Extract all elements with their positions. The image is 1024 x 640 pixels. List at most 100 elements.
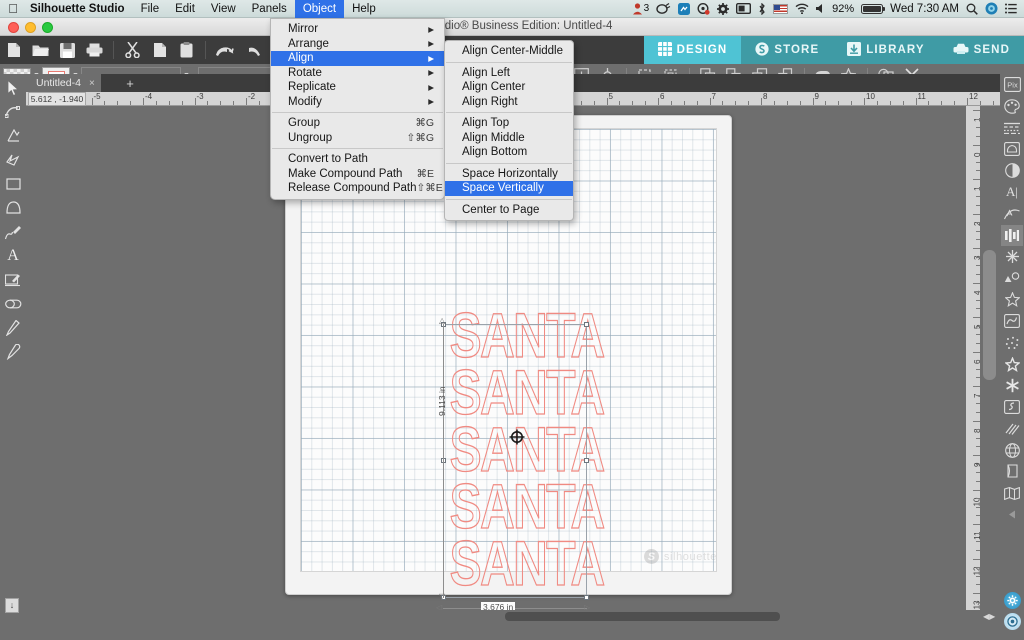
menu-item-align-bottom[interactable]: Align Bottom	[445, 145, 573, 160]
panel-sketch-icon[interactable]	[1001, 311, 1023, 333]
panel-trace-icon[interactable]	[1001, 268, 1023, 290]
menu-file[interactable]: File	[133, 0, 168, 18]
tab-design[interactable]: DESIGN	[643, 36, 742, 64]
menu-help[interactable]: Help	[344, 0, 384, 18]
menu-item-ungroup[interactable]: Ungroup ⇧⌘G	[271, 131, 444, 146]
apple-menu-icon[interactable]: 	[0, 1, 26, 16]
panel-stipple-icon[interactable]	[1001, 332, 1023, 354]
panel-star-icon[interactable]	[1001, 354, 1023, 376]
panel-collapse-icon[interactable]	[1001, 504, 1023, 526]
us-flag-icon[interactable]	[773, 3, 789, 14]
menu-item-replicate[interactable]: Replicate ▶	[271, 80, 444, 95]
panel-color-palette-icon[interactable]	[1001, 96, 1023, 118]
panel-align-icon[interactable]	[1001, 224, 1023, 246]
panel-text-style-icon[interactable]: A|	[1001, 182, 1023, 204]
menu-item-align-top[interactable]: Align Top	[445, 116, 573, 131]
volume-icon[interactable]	[816, 3, 825, 14]
menu-item-mirror[interactable]: Mirror ▶	[271, 22, 444, 37]
menu-item-center-to-page[interactable]: Center to Page	[445, 203, 573, 218]
resize-handle-tr[interactable]	[584, 322, 589, 327]
settings-gear-icon[interactable]	[717, 2, 730, 15]
menu-item-convert-to-path[interactable]: Convert to Path	[271, 152, 444, 167]
download-icon[interactable]: ↓	[5, 597, 19, 613]
cut-button[interactable]	[119, 37, 146, 63]
print-button[interactable]	[81, 37, 108, 63]
tab-send[interactable]: SEND	[938, 36, 1024, 64]
menu-item-arrange[interactable]: Arrange ▶	[271, 37, 444, 52]
tool-draw-freehand[interactable]	[1, 220, 25, 244]
panel-snowflake-icon[interactable]	[1001, 375, 1023, 397]
menu-item-group[interactable]: Group ⌘G	[271, 116, 444, 131]
panel-rhinestone-icon[interactable]	[1001, 289, 1023, 311]
menu-object[interactable]: Object	[294, 0, 345, 18]
vertical-ruler[interactable]: 101234567891011121314	[966, 106, 980, 610]
panel-line-style-icon[interactable]	[1001, 117, 1023, 139]
new-document-button[interactable]	[0, 37, 27, 63]
search-icon[interactable]	[966, 3, 978, 15]
display-icon[interactable]	[736, 3, 752, 14]
tool-edit-points[interactable]	[1, 100, 25, 124]
vertical-scrollbar-thumb[interactable]	[983, 250, 996, 380]
tab-store[interactable]: STORE	[741, 36, 834, 64]
menu-item-align[interactable]: Align ▶	[271, 51, 444, 66]
wifi-icon[interactable]	[795, 3, 809, 14]
panel-warp-icon[interactable]	[1001, 440, 1023, 462]
panel-3d-icon[interactable]	[1001, 461, 1023, 483]
user-count-icon[interactable]: 3	[632, 2, 649, 15]
panel-pixscan-icon[interactable]: Pix	[1001, 74, 1023, 96]
tool-knife[interactable]	[1, 316, 25, 340]
menu-item-modify[interactable]: Modify ▶	[271, 95, 444, 110]
help-gear-icon[interactable]	[1004, 592, 1021, 609]
clock-label[interactable]: Wed 7:30 AM	[890, 3, 959, 15]
close-icon[interactable]: ×	[89, 78, 95, 89]
menu-item-release-compound-path[interactable]: Release Compound Path ⇧⌘E	[271, 181, 444, 196]
panel-print-bleed-icon[interactable]	[1001, 397, 1023, 419]
battery-icon[interactable]	[861, 3, 886, 14]
tool-eyedropper[interactable]	[1, 340, 25, 364]
notification-center-icon[interactable]	[1005, 3, 1017, 14]
tool-line[interactable]	[1, 148, 25, 172]
document-tab[interactable]: Untitled-4 ×	[26, 74, 101, 92]
app-name-menu[interactable]: Silhouette Studio	[26, 0, 133, 18]
menu-item-align-right[interactable]: Align Right	[445, 95, 573, 110]
menu-item-align-center[interactable]: Align Center	[445, 80, 573, 95]
menu-item-make-compound-path[interactable]: Make Compound Path ⌘E	[271, 167, 444, 182]
undo-button[interactable]	[211, 37, 238, 63]
object-dropdown-menu[interactable]: Mirror ▶ Arrange ▶ Align ▶ Rotate ▶ Replicate ▶ Mo…	[270, 18, 445, 200]
dropbox-sync-icon[interactable]	[656, 2, 671, 15]
menu-item-align-middle[interactable]: Align Middle	[445, 131, 573, 146]
copy-button[interactable]	[146, 37, 173, 63]
new-tab-button[interactable]: +	[119, 74, 141, 92]
panel-page-setup-icon[interactable]	[1001, 483, 1023, 505]
panel-knife-icon[interactable]	[1001, 418, 1023, 440]
panel-fill-gradient-icon[interactable]	[1001, 160, 1023, 182]
panel-text-on-path-icon[interactable]	[1001, 203, 1023, 225]
screenshot-icon[interactable]	[678, 2, 691, 15]
info-icon[interactable]	[1004, 613, 1021, 630]
tool-eraser-knife[interactable]	[1, 124, 25, 148]
panel-shadow-icon[interactable]	[1001, 139, 1023, 161]
rotation-center-handle[interactable]	[509, 429, 525, 445]
menu-item-space-vertically[interactable]: Space Vertically	[445, 181, 573, 196]
resize-handle-mr[interactable]	[584, 458, 589, 463]
menu-panels[interactable]: Panels	[244, 0, 295, 18]
tool-eraser[interactable]	[1, 292, 25, 316]
tool-notes[interactable]	[1, 268, 25, 292]
open-document-button[interactable]	[27, 37, 54, 63]
menu-item-space-horizontally[interactable]: Space Horizontally	[445, 167, 573, 182]
panel-effects-icon[interactable]	[1001, 246, 1023, 268]
scroll-arrows[interactable]: ◀▶	[983, 612, 995, 621]
tool-arc[interactable]	[1, 196, 25, 220]
menu-edit[interactable]: Edit	[167, 0, 203, 18]
cleaner-icon[interactable]	[697, 2, 710, 15]
menu-item-align-center-middle[interactable]: Align Center-Middle	[445, 44, 573, 59]
tool-select-arrow[interactable]	[1, 76, 25, 100]
siri-icon[interactable]	[985, 2, 998, 15]
selection-bounding-box[interactable]	[441, 322, 589, 600]
menu-view[interactable]: View	[203, 0, 244, 18]
horizontal-scrollbar-thumb[interactable]	[505, 612, 780, 621]
menu-item-rotate[interactable]: Rotate ▶	[271, 66, 444, 81]
paste-button[interactable]	[173, 37, 200, 63]
resize-handle-br[interactable]	[584, 595, 589, 600]
redo-button[interactable]	[238, 37, 265, 63]
